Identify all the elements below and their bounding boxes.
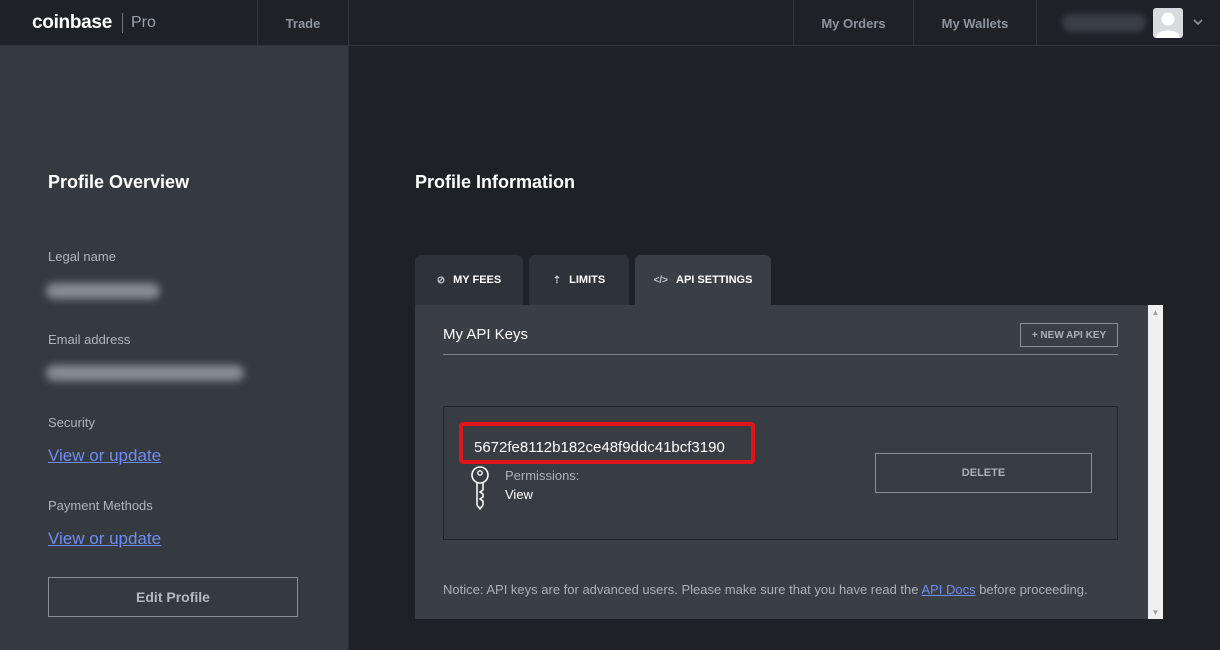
- key-icon: [468, 465, 492, 511]
- page-title: Profile Information: [415, 172, 576, 192]
- permissions-value: View: [505, 487, 533, 502]
- notice-suffix: before proceeding.: [975, 582, 1088, 597]
- chevron-down-icon[interactable]: [1191, 15, 1205, 29]
- security-label: Security: [48, 415, 95, 430]
- legal-name-label: Legal name: [48, 249, 116, 264]
- notice-prefix: Notice: API keys are for advanced users.…: [443, 582, 922, 597]
- divider: [443, 354, 1118, 355]
- payment-view-update-link[interactable]: View or update: [48, 529, 161, 549]
- tab-limits[interactable]: ⇡ LIMITS: [529, 255, 629, 305]
- coinbase-pro-logo[interactable]: coinbase Pro: [32, 0, 156, 46]
- api-key-value: 5672fe8112b182ce48f9ddc41bcf3190: [474, 439, 725, 456]
- payment-methods-label: Payment Methods: [48, 498, 153, 513]
- panel-scrollbar[interactable]: ▲ ▼: [1148, 305, 1163, 619]
- user-avatar-icon[interactable]: [1153, 8, 1183, 38]
- sidebar-title: Profile Overview: [48, 172, 190, 192]
- top-navigation-bar: coinbase Pro Trade My Orders My Wallets: [0, 0, 1220, 46]
- legal-name-redacted: [46, 283, 160, 299]
- nav-trade[interactable]: Trade: [257, 0, 349, 46]
- user-name-redacted[interactable]: [1062, 14, 1146, 32]
- tab-label: MY FEES: [453, 274, 502, 286]
- permissions-label: Permissions:: [505, 468, 580, 483]
- tab-my-fees[interactable]: ⊘ MY FEES: [415, 255, 523, 305]
- upload-icon: ⇡: [552, 274, 562, 286]
- code-icon: </>: [653, 274, 669, 286]
- api-docs-link[interactable]: API Docs: [921, 582, 975, 597]
- edit-profile-button[interactable]: Edit Profile: [48, 577, 298, 617]
- api-key-card: 5672fe8112b182ce48f9ddc41bcf3190 Permiss…: [443, 406, 1118, 540]
- fees-icon: ⊘: [436, 274, 446, 286]
- brand-product: Pro: [130, 14, 156, 31]
- nav-my-orders[interactable]: My Orders: [793, 0, 913, 46]
- brand-name: coinbase: [32, 12, 112, 33]
- delete-api-key-button[interactable]: DELETE: [875, 453, 1092, 493]
- api-notice: Notice: API keys are for advanced users.…: [443, 582, 1088, 597]
- api-keys-panel: My API Keys + NEW API KEY 5672fe8112b182…: [415, 305, 1148, 619]
- email-redacted: [46, 365, 244, 381]
- new-api-key-button[interactable]: + NEW API KEY: [1020, 323, 1118, 347]
- email-label: Email address: [48, 332, 131, 347]
- nav-my-wallets[interactable]: My Wallets: [913, 0, 1037, 46]
- tab-label: API SETTINGS: [676, 274, 753, 286]
- tab-label: LIMITS: [569, 274, 606, 286]
- scroll-down-arrow-icon[interactable]: ▼: [1148, 605, 1163, 619]
- scroll-up-arrow-icon[interactable]: ▲: [1148, 305, 1163, 319]
- tab-api-settings[interactable]: </> API SETTINGS: [635, 255, 771, 305]
- security-view-update-link[interactable]: View or update: [48, 446, 161, 466]
- panel-title: My API Keys: [443, 326, 529, 343]
- logo-divider: [121, 13, 123, 33]
- profile-sidebar: Profile Overview Legal name Email addres…: [0, 46, 349, 650]
